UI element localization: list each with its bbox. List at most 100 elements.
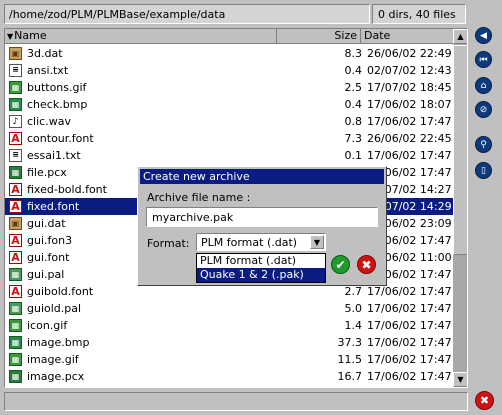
home-icon: ⌂ <box>480 81 487 91</box>
column-header-name[interactable]: ▼Name <box>5 29 277 44</box>
file-name: image.gif <box>27 353 79 366</box>
file-font-icon: A <box>9 251 22 264</box>
cancel-button[interactable]: ✖ <box>357 255 376 274</box>
format-select[interactable]: PLM format (.dat) ▼ <box>196 233 326 251</box>
file-pal-icon: ▦ <box>9 268 22 281</box>
path-field: /home/zod/PLM/PLMBase/example/data <box>4 4 370 24</box>
file-name: gui.dat <box>27 217 66 230</box>
exit-button[interactable]: ✖ <box>475 391 494 410</box>
create-archive-dialog: Create new archive Archive file name : m… <box>137 166 387 286</box>
check-icon: ✔ <box>335 258 346 272</box>
format-label: Format: <box>147 237 190 250</box>
scroll-down-icon[interactable]: ▼ <box>453 372 467 387</box>
file-date: 17/06/02 17:47 <box>367 149 452 162</box>
chevron-down-icon[interactable]: ▼ <box>310 235 324 249</box>
file-bmp-icon: ▦ <box>9 98 22 111</box>
file-name: guiold.pal <box>27 302 82 315</box>
file-date: 17/06/02 18:07 <box>367 98 452 111</box>
no-access-button[interactable]: ⊘ <box>475 101 492 118</box>
file-name: gui.pal <box>27 268 65 281</box>
file-name: ansi.txt <box>27 64 69 77</box>
file-date: 17/06/02 17:47 <box>367 319 452 332</box>
file-size: 16.7 <box>337 370 363 383</box>
file-font-icon: A <box>9 200 22 213</box>
format-option[interactable]: PLM format (.dat) <box>197 254 325 268</box>
file-name: file.pcx <box>27 166 67 179</box>
list-header: ▼Name Size Date <box>5 29 453 44</box>
file-name: 3d.dat <box>27 47 63 60</box>
file-date: 17/06/02 17:47 <box>367 336 452 349</box>
ok-button[interactable]: ✔ <box>331 255 350 274</box>
format-options-list: PLM format (.dat) Quake 1 & 2 (.pak) <box>196 253 326 283</box>
archive-name-label: Archive file name : <box>147 191 251 204</box>
file-pcx-icon: ▦ <box>9 370 22 383</box>
scroll-thumb[interactable] <box>453 45 467 255</box>
column-header-date[interactable]: Date <box>361 29 453 44</box>
file-font-icon: A <box>9 132 22 145</box>
file-row[interactable]: ▣ 3d.dat 8.3 26/06/02 22:49 <box>5 45 453 62</box>
format-option[interactable]: Quake 1 & 2 (.pak) <box>197 268 325 282</box>
file-name: image.pcx <box>27 370 85 383</box>
file-date: 17/07/02 18:45 <box>367 81 452 94</box>
file-row[interactable]: ≡ ansi.txt 0.4 02/07/02 12:43 <box>5 62 453 79</box>
file-dat-icon: ▣ <box>9 217 22 230</box>
file-date: 26/06/02 22:45 <box>367 132 452 145</box>
archive-name-input[interactable]: myarchive.pak <box>146 207 378 227</box>
file-font-icon: A <box>9 234 22 247</box>
file-size: 7.3 <box>344 132 363 145</box>
file-count-text: 0 dirs, 40 files <box>378 8 456 21</box>
file-date: 17/06/02 17:47 <box>367 370 452 383</box>
file-name: fixed.font <box>27 200 80 213</box>
file-gif-icon: ▦ <box>9 319 22 332</box>
file-date: 17/06/02 17:47 <box>367 353 452 366</box>
file-wav-icon: ♪ <box>9 115 22 128</box>
file-row[interactable]: ▦ image.gif 11.5 17/06/02 17:47 <box>5 351 453 368</box>
file-gif-icon: ▦ <box>9 81 22 94</box>
column-header-size[interactable]: Size <box>277 29 361 44</box>
file-pcx-icon: ▦ <box>9 166 22 179</box>
cancel-icon: ✖ <box>361 258 372 272</box>
file-date: 17/06/02 17:47 <box>367 115 452 128</box>
file-dat-icon: ▣ <box>9 47 22 60</box>
path-text: /home/zod/PLM/PLMBase/example/data <box>9 8 226 21</box>
sort-desc-icon: ▼ <box>7 32 14 41</box>
file-row[interactable]: ♪ clic.wav 0.8 17/06/02 17:47 <box>5 113 453 130</box>
file-row[interactable]: ≡ essai1.txt 0.1 17/06/02 17:47 <box>5 147 453 164</box>
file-row[interactable]: ▦ image.pcx 16.7 17/06/02 17:47 <box>5 368 453 385</box>
file-name: fixed-bold.font <box>27 183 107 196</box>
file-size: 37.3 <box>337 336 363 349</box>
document-icon: ▯ <box>481 166 486 176</box>
first-button[interactable]: ⏮ <box>475 51 492 68</box>
file-row[interactable]: ▦ guiold.pal 5.0 17/06/02 17:47 <box>5 300 453 317</box>
file-font-icon: A <box>9 183 22 196</box>
document-button[interactable]: ▯ <box>475 162 492 179</box>
file-row[interactable]: ▦ icon.gif 1.4 17/06/02 17:47 <box>5 317 453 334</box>
file-date: 26/06/02 22:49 <box>367 47 452 60</box>
file-name: image.bmp <box>27 336 90 349</box>
file-name: guibold.font <box>27 285 94 298</box>
file-txt-icon: ≡ <box>9 64 22 77</box>
file-size: 0.4 <box>344 64 363 77</box>
file-name: buttons.gif <box>27 81 87 94</box>
close-icon: ✖ <box>479 394 490 407</box>
file-name: gui.font <box>27 251 70 264</box>
file-row[interactable]: Acontour.font 7.3 26/06/02 22:45 <box>5 130 453 147</box>
file-size: 1.4 <box>344 319 363 332</box>
back-button[interactable]: ◀ <box>475 27 492 44</box>
file-date: 02/07/02 12:43 <box>367 64 452 77</box>
file-name: contour.font <box>27 132 94 145</box>
scroll-up-icon[interactable]: ▲ <box>453 29 467 44</box>
file-row[interactable]: ▦ check.bmp 0.4 17/06/02 18:07 <box>5 96 453 113</box>
file-row[interactable]: ▦ image.bmp 37.3 17/06/02 17:47 <box>5 334 453 351</box>
file-row[interactable]: ▦ buttons.gif 2.5 17/07/02 18:45 <box>5 79 453 96</box>
search-button[interactable]: ⚲ <box>475 136 492 153</box>
home-button[interactable]: ⌂ <box>475 77 492 94</box>
vertical-scrollbar[interactable]: ▲ ▼ <box>453 29 467 387</box>
file-txt-icon: ≡ <box>9 149 22 162</box>
first-icon: ⏮ <box>479 55 488 65</box>
format-selected-value: PLM format (.dat) <box>201 236 298 249</box>
file-name: check.bmp <box>27 98 88 111</box>
file-size: 2.5 <box>344 81 363 94</box>
file-name: icon.gif <box>27 319 68 332</box>
file-count: 0 dirs, 40 files <box>372 4 466 24</box>
